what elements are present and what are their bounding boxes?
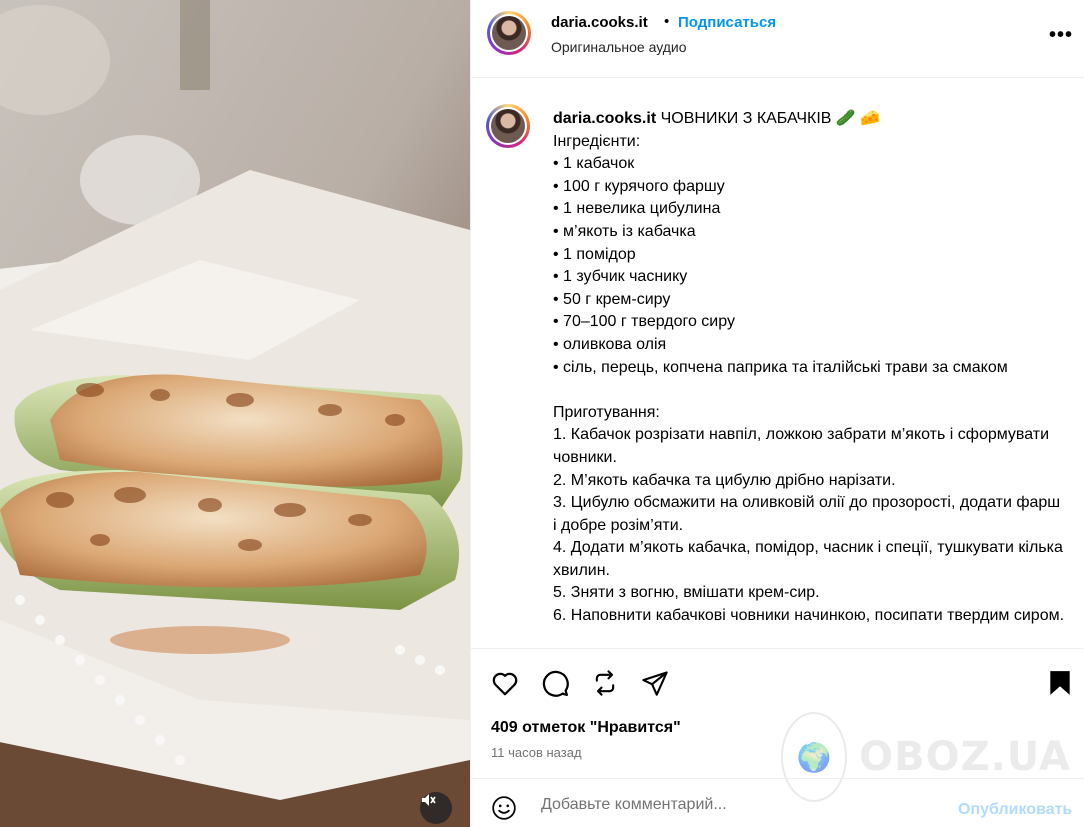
save-button[interactable]: [1044, 667, 1076, 699]
separator-dot: •: [664, 13, 670, 30]
repost-button[interactable]: [589, 667, 621, 699]
speaker-muted-icon: [422, 794, 436, 806]
emoji-button[interactable]: [491, 795, 517, 826]
follow-button[interactable]: Подписаться: [678, 14, 776, 31]
repost-icon: [595, 670, 615, 696]
audio-link[interactable]: Оригинальное аудио: [551, 39, 687, 55]
post-header: daria.cooks.it • Подписаться Оригинально…: [471, 0, 1084, 78]
caption-avatar[interactable]: [486, 104, 530, 148]
mute-button[interactable]: [420, 792, 452, 824]
post-media-photo[interactable]: [0, 0, 470, 827]
share-button[interactable]: [639, 667, 671, 699]
publish-comment-button[interactable]: Опубликовать: [958, 801, 1072, 819]
avatar-photo: [492, 16, 526, 50]
post-side-panel: daria.cooks.it • Подписаться Оригинально…: [470, 0, 1084, 827]
post-timestamp[interactable]: 11 часов назад: [491, 745, 582, 760]
post-caption: daria.cooks.it ЧОВНИКИ З КАБАЧКІВ 🥒 🧀 Ін…: [553, 108, 1068, 628]
caption-scroll-area[interactable]: daria.cooks.it ЧОВНИКИ З КАБАЧКІВ 🥒 🧀 Ін…: [471, 78, 1084, 648]
like-count[interactable]: 409 отметок "Нравится": [491, 719, 681, 737]
like-button[interactable]: [489, 667, 521, 699]
comment-icon: [542, 670, 569, 697]
action-bar: 409 отметок "Нравится" 11 часов назад: [471, 648, 1084, 778]
comment-bar: Опубликовать: [471, 778, 1084, 827]
author-username[interactable]: daria.cooks.it: [551, 14, 648, 31]
more-options-icon[interactable]: •••: [1049, 24, 1073, 47]
caption-username[interactable]: daria.cooks.it: [553, 110, 656, 127]
heart-icon: [492, 672, 518, 696]
emoji-smiley-icon: [492, 796, 516, 820]
comment-button[interactable]: [539, 667, 571, 699]
avatar-photo: [491, 109, 525, 143]
zucchini-boats-photo: [0, 0, 470, 827]
bookmark-icon: [1050, 671, 1070, 695]
comment-input[interactable]: [539, 791, 923, 819]
avatar[interactable]: [487, 11, 531, 55]
send-icon: [642, 671, 668, 696]
caption-text: ЧОВНИКИ З КАБАЧКІВ 🥒 🧀 Інгредієнти: • 1 …: [553, 110, 1065, 625]
